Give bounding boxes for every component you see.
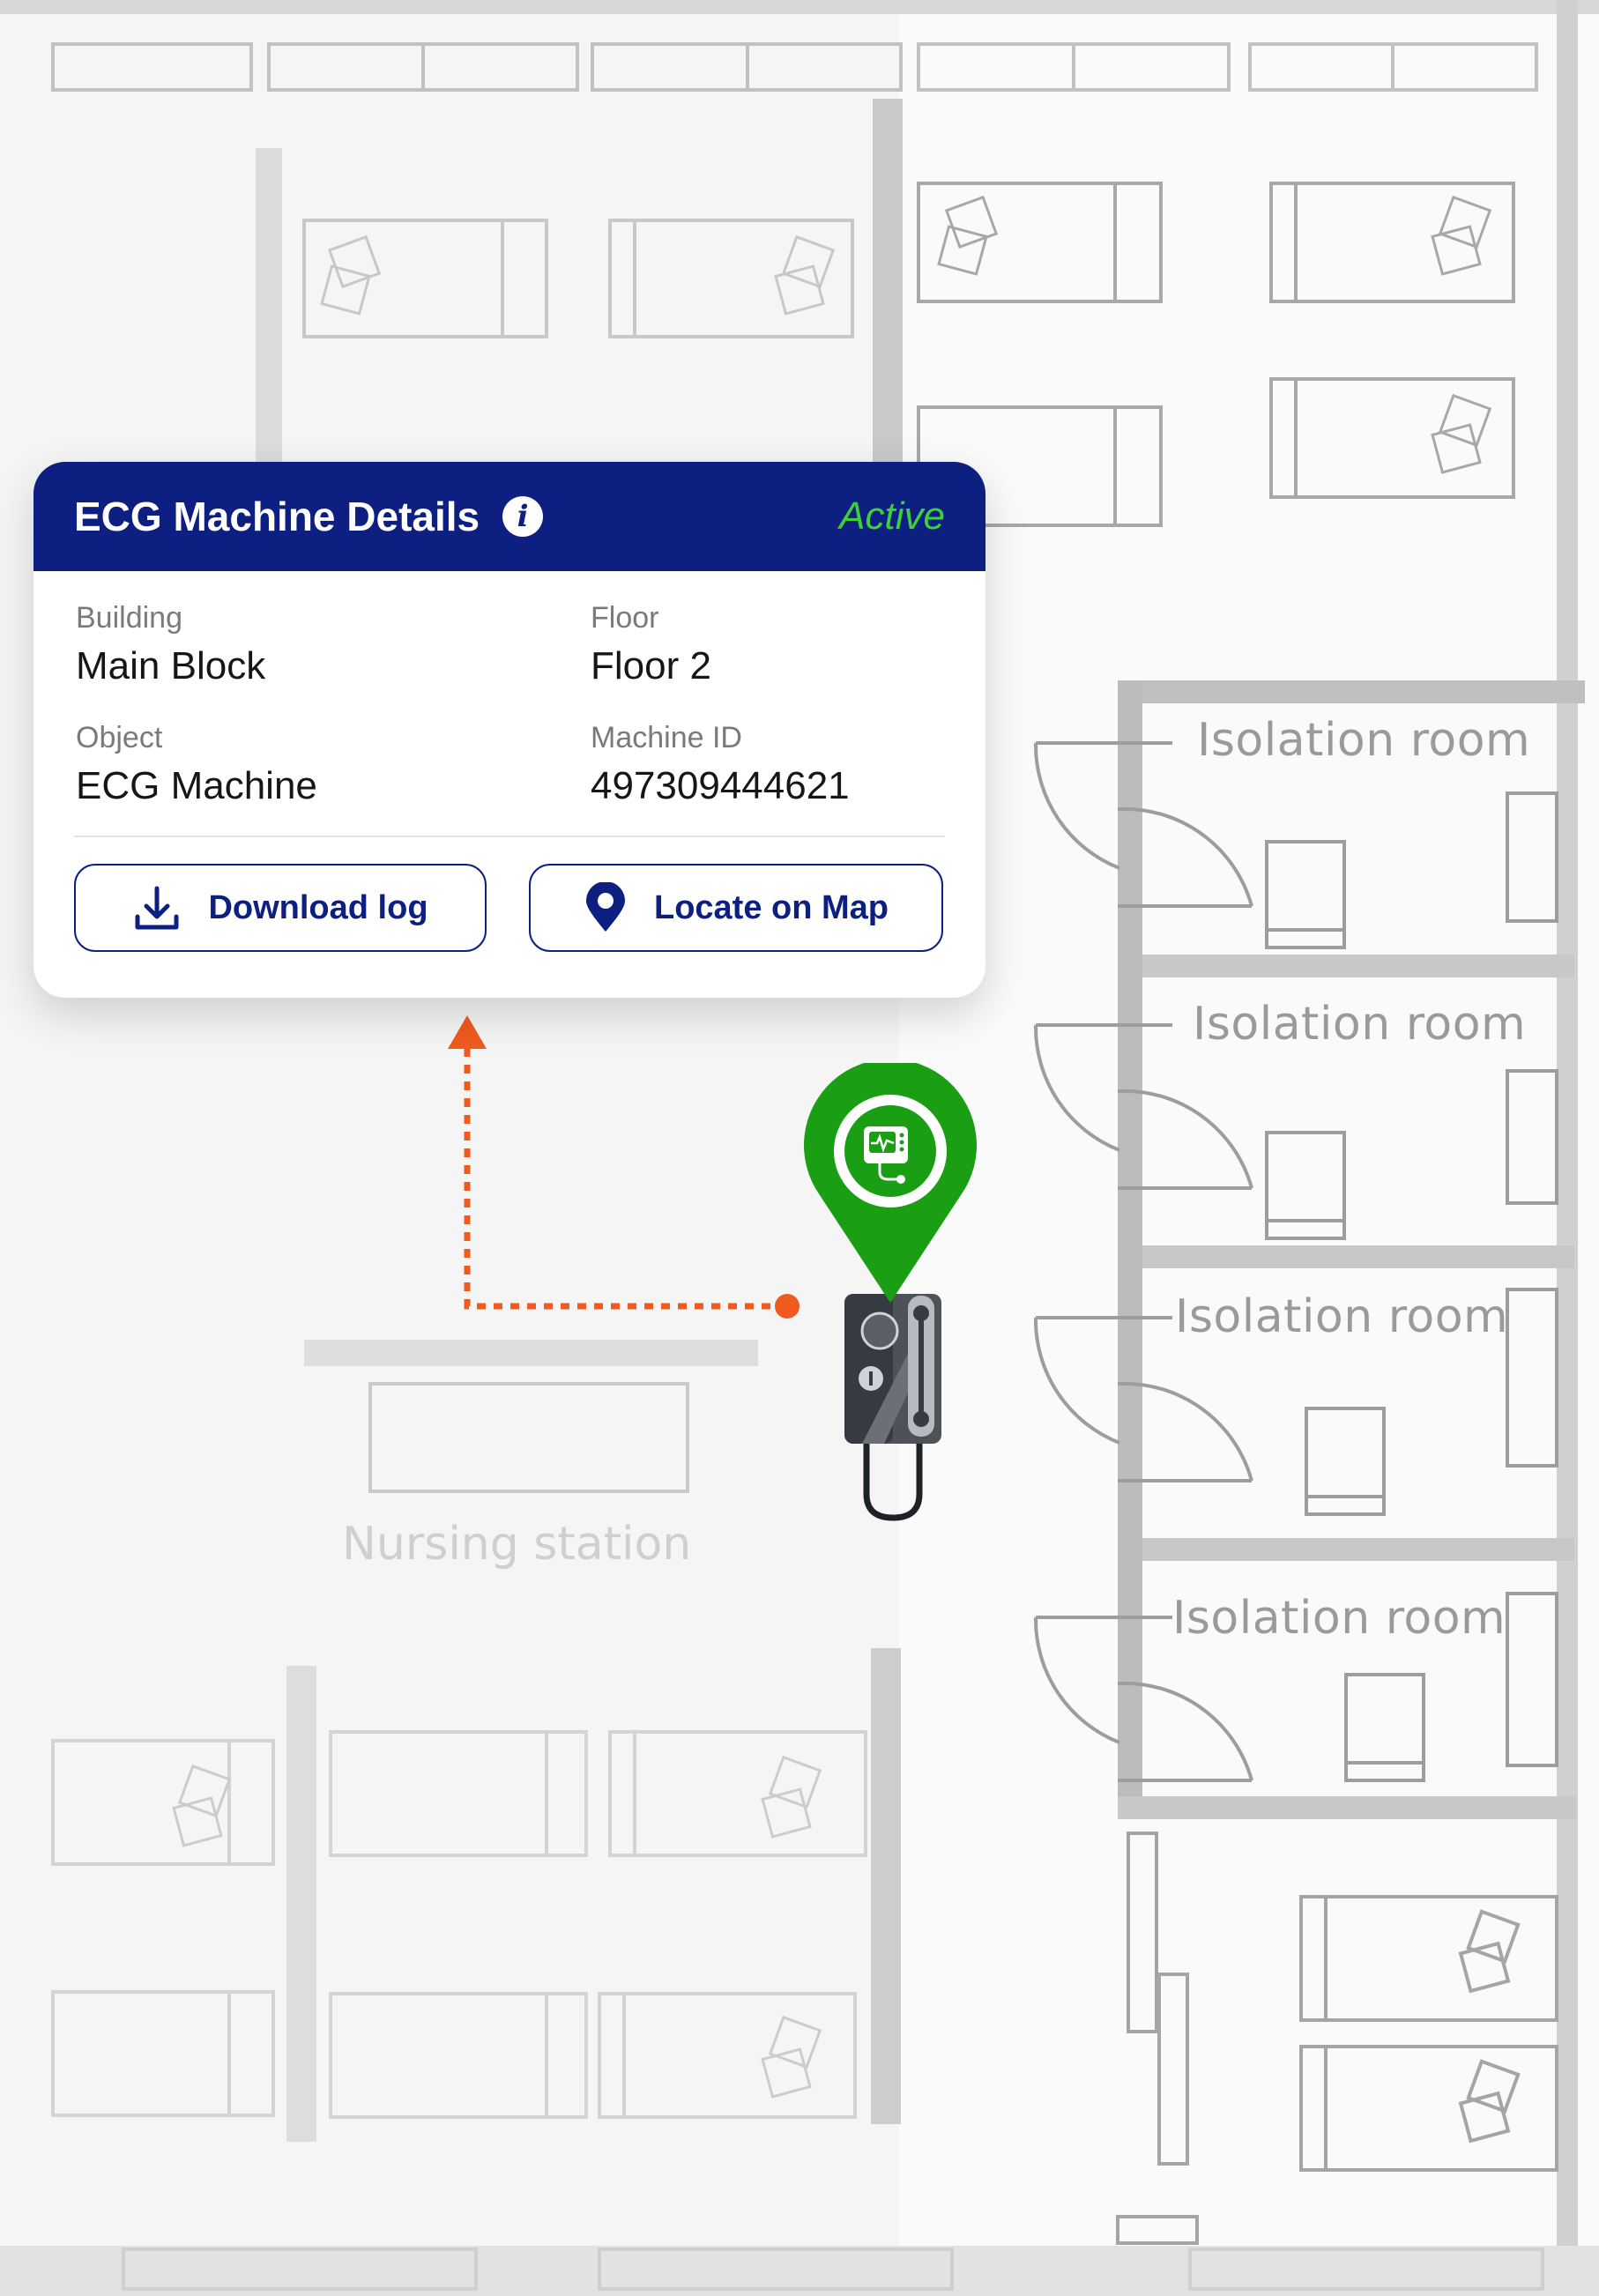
building-label: Building: [76, 601, 182, 635]
ecg-machine-device[interactable]: [836, 1287, 950, 1534]
floor-plan-map[interactable]: [0, 0, 1599, 2296]
nursing-station-label: Nursing station: [342, 1518, 692, 1571]
room-label: Isolation room: [1172, 1592, 1506, 1645]
machine-id-value: 497309444621: [591, 764, 850, 807]
object-label: Object: [76, 721, 163, 754]
ecg-monitor-icon[interactable]: [802, 1063, 978, 1310]
machine-id-label: Machine ID: [591, 721, 742, 754]
object-field: Object ECG Machine: [76, 721, 317, 808]
download-log-label: Download log: [208, 888, 428, 926]
download-icon: [135, 886, 179, 930]
card-title: ECG Machine Details: [74, 494, 480, 539]
floor-label: Floor: [591, 601, 659, 635]
object-value: ECG Machine: [76, 764, 317, 807]
card-header: ECG Machine Details i Active: [33, 462, 985, 571]
location-pin-icon: [585, 882, 625, 932]
download-log-button[interactable]: Download log: [74, 864, 487, 952]
floor-field: Floor Floor 2: [591, 601, 711, 688]
building-value: Main Block: [76, 644, 266, 687]
device-details-card: ECG Machine Details i Active Building Ma…: [33, 462, 985, 998]
machine-id-field: Machine ID 497309444621: [591, 721, 850, 808]
info-icon[interactable]: i: [502, 496, 544, 537]
room-label: Isolation room: [1175, 1290, 1509, 1343]
building-field: Building Main Block: [76, 601, 265, 688]
room-label: Isolation room: [1197, 714, 1531, 767]
card-divider: [74, 836, 945, 837]
floor-value: Floor 2: [591, 644, 711, 687]
status-badge: Active: [839, 494, 945, 538]
room-label: Isolation room: [1193, 998, 1527, 1051]
locate-on-map-label: Locate on Map: [653, 888, 889, 926]
locate-on-map-button[interactable]: Locate on Map: [529, 864, 943, 952]
